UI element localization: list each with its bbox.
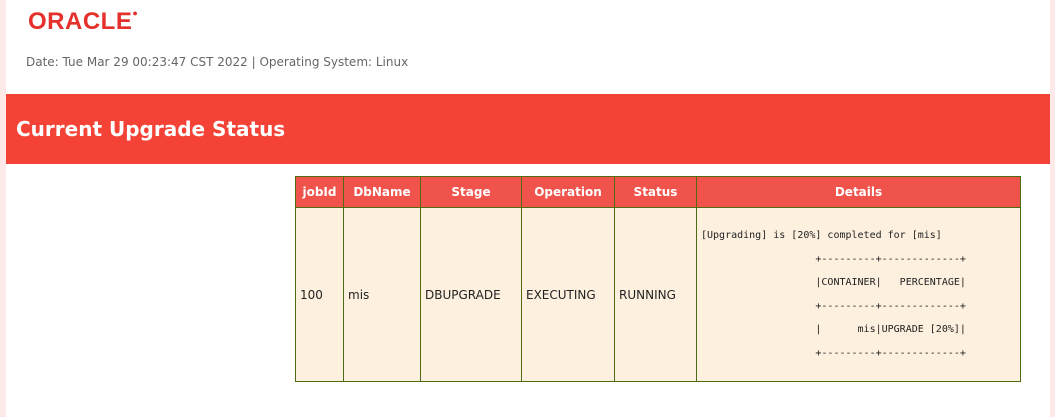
registered-mark: ●: [132, 8, 139, 18]
header-jobid: jobId: [295, 176, 344, 208]
header-stage: Stage: [420, 176, 522, 208]
cell-operation: EXECUTING: [521, 207, 615, 382]
page-title: Current Upgrade Status: [16, 117, 286, 141]
cell-status: RUNNING: [614, 207, 697, 382]
logo-text: ORACLE: [28, 8, 133, 35]
oracle-logo: ORACLE●: [28, 8, 138, 36]
report-page: ORACLE● Date: Tue Mar 29 00:23:47 CST 20…: [6, 0, 1050, 417]
table-header-row: jobId DbName Stage Operation Status Deta…: [295, 176, 1021, 208]
status-banner: Current Upgrade Status: [6, 94, 1050, 164]
header-status: Status: [614, 176, 697, 208]
cell-jobid: 100: [295, 207, 344, 382]
upgrade-status-table: jobId DbName Stage Operation Status Deta…: [295, 176, 1021, 382]
header-operation: Operation: [521, 176, 615, 208]
report-meta: Date: Tue Mar 29 00:23:47 CST 2022 | Ope…: [26, 55, 409, 69]
cell-details: [Upgrading] is [20%] completed for [mis]…: [696, 207, 1021, 382]
cell-dbname: mis: [343, 207, 421, 382]
details-text: [Upgrading] is [20%] completed for [mis]…: [701, 230, 966, 359]
table-row: 100 mis DBUPGRADE EXECUTING RUNNING [Upg…: [295, 207, 1021, 382]
header-dbname: DbName: [343, 176, 421, 208]
header-details: Details: [696, 176, 1021, 208]
cell-stage: DBUPGRADE: [420, 207, 522, 382]
